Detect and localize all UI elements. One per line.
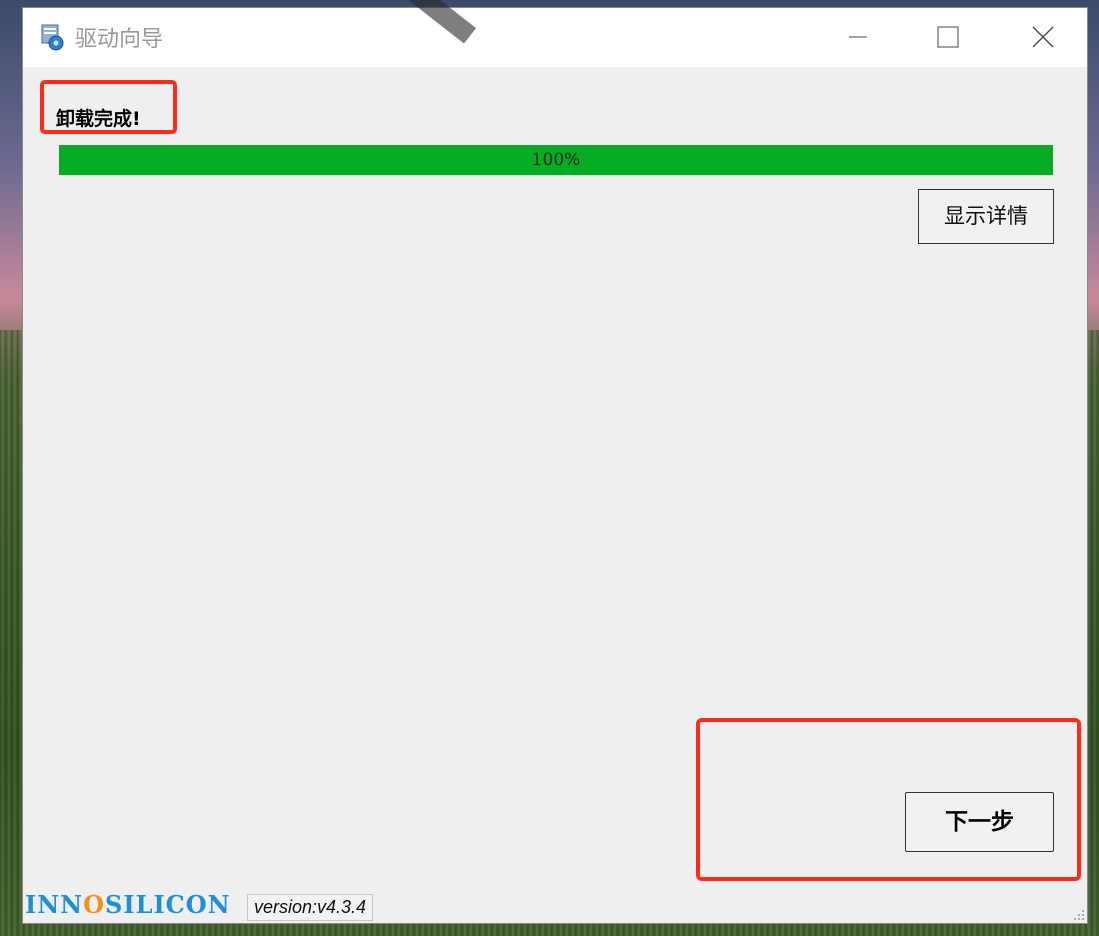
maximize-button[interactable] — [916, 8, 976, 67]
minimize-icon — [849, 36, 867, 38]
resize-grip-icon[interactable] — [1073, 909, 1085, 921]
innosilicon-logo: INNOSILICON — [25, 890, 231, 919]
logo-part-suffix: SILICON — [105, 890, 231, 919]
app-icon — [41, 24, 64, 51]
driver-wizard-window: 驱动向导 卸载完成! 100% 显示详情 下一步 INNOSILICON ver… — [22, 7, 1088, 924]
logo-part-o: O — [83, 890, 106, 919]
progress-label: 100% — [531, 150, 581, 170]
maximize-icon — [937, 26, 959, 48]
close-icon — [1032, 26, 1054, 48]
progress-bar: 100% — [59, 145, 1053, 175]
close-button[interactable] — [1011, 8, 1071, 67]
window-title: 驱动向导 — [75, 27, 164, 52]
logo-part-prefix: INN — [25, 890, 84, 919]
version-label: version:v4.3.4 — [247, 894, 374, 921]
status-message: 卸载完成! — [56, 108, 141, 130]
minimize-button[interactable] — [826, 8, 886, 67]
show-details-button[interactable]: 显示详情 — [918, 189, 1054, 244]
next-button[interactable]: 下一步 — [905, 792, 1054, 852]
title-bar[interactable]: 驱动向导 — [23, 8, 1087, 67]
